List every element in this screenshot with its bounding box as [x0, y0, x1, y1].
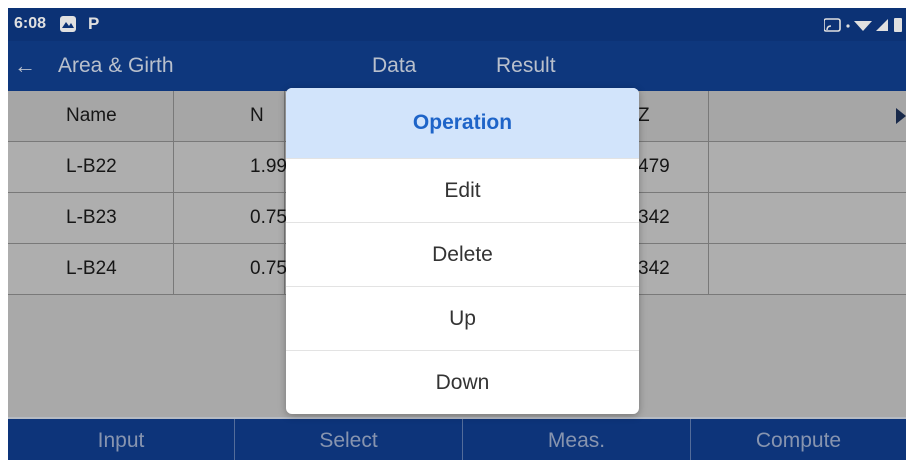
down-menu-item[interactable]: Down: [286, 350, 639, 414]
up-menu-item[interactable]: Up: [286, 286, 639, 351]
delete-menu-item[interactable]: Delete: [286, 222, 639, 287]
dialog-title: Operation: [286, 88, 639, 158]
edit-menu-item[interactable]: Edit: [286, 158, 639, 223]
operation-dialog: Operation Edit Delete Up Down: [286, 88, 639, 414]
app-screen: 6:08 P ← Area & Girth Data Result Name N…: [8, 8, 906, 460]
